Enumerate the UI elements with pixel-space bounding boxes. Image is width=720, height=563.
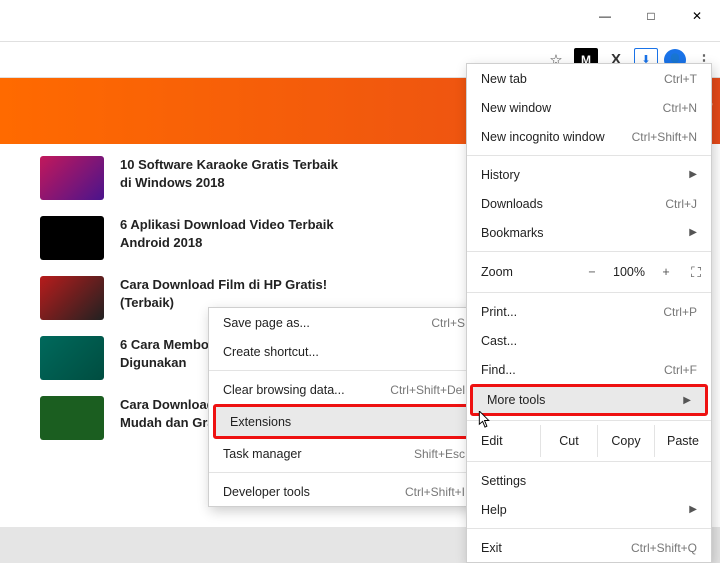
- menu-label: Create shortcut...: [223, 345, 465, 359]
- menu-label: Exit: [481, 541, 631, 555]
- menu-shortcut: Ctrl+N: [663, 101, 697, 115]
- menu-shortcut: Ctrl+S: [431, 316, 465, 330]
- menu-label: Print...: [481, 305, 663, 319]
- article-thumbnail: [40, 396, 104, 440]
- article-title: 6 Aplikasi Download Video Terbaik Androi…: [120, 216, 350, 260]
- window-maximize-button[interactable]: □: [628, 0, 674, 32]
- article-thumbnail: [40, 276, 104, 320]
- menu-item-settings[interactable]: Settings: [467, 466, 711, 495]
- more-tools-submenu: Save page as...Ctrl+S Create shortcut...…: [208, 307, 480, 507]
- submenu-item-dev-tools[interactable]: Developer toolsCtrl+Shift+I: [209, 477, 479, 506]
- menu-item-zoom: Zoom − 100% + ⛶: [467, 256, 711, 288]
- submenu-item-clear-data[interactable]: Clear browsing data...Ctrl+Shift+Del: [209, 375, 479, 404]
- fullscreen-icon[interactable]: ⛶: [681, 264, 711, 281]
- menu-label: Developer tools: [223, 485, 405, 499]
- article-title: 10 Software Karaoke Gratis Terbaik di Wi…: [120, 156, 350, 200]
- menu-item-more-tools[interactable]: More tools ▶: [473, 387, 705, 413]
- menu-separator: [467, 251, 711, 252]
- menu-shortcut: Ctrl+Shift+Q: [631, 541, 697, 555]
- article-thumbnail: [40, 336, 104, 380]
- menu-shortcut: Ctrl+Shift+Del: [390, 383, 465, 397]
- menu-item-new-window[interactable]: New windowCtrl+N: [467, 93, 711, 122]
- menu-shortcut: Ctrl+F: [664, 363, 697, 377]
- menu-item-downloads[interactable]: DownloadsCtrl+J: [467, 189, 711, 218]
- menu-label: Bookmarks: [481, 226, 683, 240]
- menu-item-new-tab[interactable]: New tabCtrl+T: [467, 64, 711, 93]
- menu-label: Task manager: [223, 447, 414, 461]
- menu-shortcut: Ctrl+T: [664, 72, 697, 86]
- menu-label: New window: [481, 101, 663, 115]
- window-close-button[interactable]: ✕: [674, 0, 720, 32]
- submenu-item-create-shortcut[interactable]: Create shortcut...: [209, 337, 479, 366]
- menu-label: Save page as...: [223, 316, 431, 330]
- edit-paste-button[interactable]: Paste: [654, 425, 711, 457]
- submenu-arrow-icon: ▶: [683, 395, 691, 406]
- menu-item-exit[interactable]: ExitCtrl+Shift+Q: [467, 533, 711, 562]
- menu-shortcut: Ctrl+P: [663, 305, 697, 319]
- submenu-item-extensions[interactable]: Extensions: [216, 407, 472, 436]
- article-thumbnail: [40, 156, 104, 200]
- menu-item-bookmarks[interactable]: Bookmarks ▶: [467, 218, 711, 247]
- menu-separator: [467, 420, 711, 421]
- submenu-arrow-icon: ▶: [689, 504, 697, 515]
- menu-separator: [209, 472, 479, 473]
- edit-cut-button[interactable]: Cut: [540, 425, 597, 457]
- highlight-extensions: Extensions: [213, 404, 475, 439]
- submenu-item-task-manager[interactable]: Task managerShift+Esc: [209, 439, 479, 468]
- menu-item-help[interactable]: Help ▶: [467, 495, 711, 524]
- menu-label: Find...: [481, 363, 664, 377]
- menu-label: New incognito window: [481, 130, 632, 144]
- menu-separator: [467, 528, 711, 529]
- zoom-out-button[interactable]: −: [577, 265, 607, 279]
- submenu-arrow-icon: ▶: [689, 169, 697, 180]
- menu-label: Extensions: [230, 415, 458, 429]
- menu-separator: [467, 292, 711, 293]
- mouse-cursor-icon: [478, 411, 492, 434]
- submenu-item-save-page[interactable]: Save page as...Ctrl+S: [209, 308, 479, 337]
- menu-label: Downloads: [481, 197, 665, 211]
- menu-item-find[interactable]: Find...Ctrl+F: [467, 355, 711, 384]
- menu-item-incognito[interactable]: New incognito windowCtrl+Shift+N: [467, 122, 711, 151]
- menu-label: Zoom: [481, 265, 577, 279]
- menu-label: Clear browsing data...: [223, 383, 390, 397]
- menu-shortcut: Ctrl+Shift+I: [405, 485, 465, 499]
- window-titlebar: — □ ✕: [0, 0, 720, 32]
- menu-item-print[interactable]: Print...Ctrl+P: [467, 297, 711, 326]
- chrome-main-menu: New tabCtrl+T New windowCtrl+N New incog…: [466, 63, 712, 563]
- menu-label: New tab: [481, 72, 664, 86]
- menu-separator: [209, 370, 479, 371]
- window-minimize-button[interactable]: —: [582, 0, 628, 32]
- menu-label: History: [481, 168, 683, 182]
- zoom-value: 100%: [607, 265, 651, 279]
- menu-shortcut: Shift+Esc: [414, 447, 465, 461]
- menu-label: Settings: [481, 474, 697, 488]
- menu-separator: [467, 461, 711, 462]
- menu-shortcut: Ctrl+J: [665, 197, 697, 211]
- highlight-more-tools: More tools ▶: [470, 384, 708, 416]
- menu-label: Cast...: [481, 334, 697, 348]
- submenu-arrow-icon: ▶: [689, 227, 697, 238]
- menu-item-edit: Edit Cut Copy Paste: [467, 425, 711, 457]
- menu-shortcut: Ctrl+Shift+N: [632, 130, 697, 144]
- menu-label: Help: [481, 503, 683, 517]
- menu-item-history[interactable]: History ▶: [467, 160, 711, 189]
- menu-separator: [467, 155, 711, 156]
- tab-strip: [0, 32, 720, 42]
- edit-copy-button[interactable]: Copy: [597, 425, 654, 457]
- article-thumbnail: [40, 216, 104, 260]
- zoom-in-button[interactable]: +: [651, 265, 681, 279]
- menu-item-cast[interactable]: Cast...: [467, 326, 711, 355]
- menu-label: More tools: [487, 393, 677, 407]
